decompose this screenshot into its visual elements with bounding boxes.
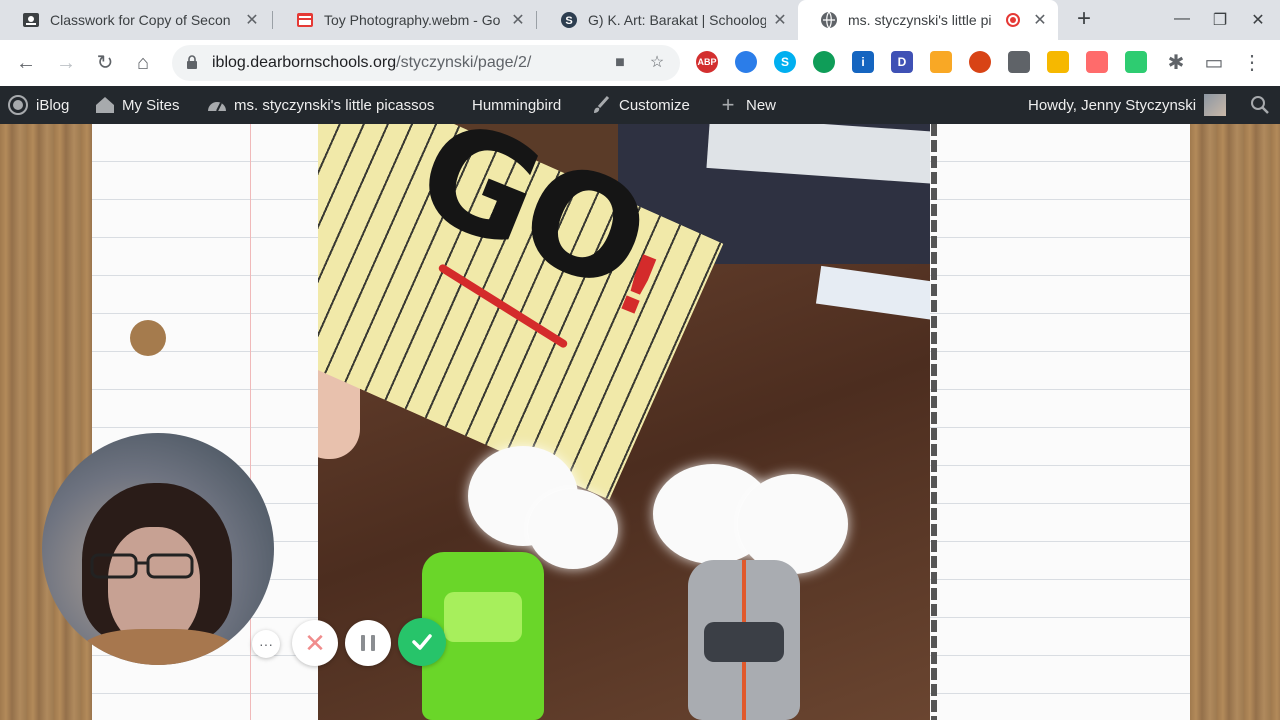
tab-title: Toy Photography.webm - Go xyxy=(324,12,501,28)
webcam-person-face xyxy=(108,527,200,645)
hummingbird-label: Hummingbird xyxy=(472,96,562,114)
search-icon[interactable] xyxy=(1250,86,1270,124)
cotton-cloud xyxy=(528,489,618,569)
tab-title: Classwork for Copy of Secon xyxy=(50,12,231,28)
bitmoji-extension-icon[interactable] xyxy=(1125,51,1147,73)
recorder-pause-button[interactable] xyxy=(345,620,391,666)
reload-icon[interactable]: ↻ xyxy=(93,51,117,75)
cotton-cloud xyxy=(738,474,848,574)
folder-extension-icon[interactable] xyxy=(930,51,952,73)
close-icon[interactable]: ✕ xyxy=(510,12,526,29)
new-content-menu[interactable]: + New xyxy=(718,86,776,124)
webcam-person-shirt xyxy=(78,629,238,665)
customize-label: Customize xyxy=(619,96,690,114)
house-icon xyxy=(94,95,114,115)
back-icon[interactable]: ← xyxy=(14,51,38,75)
tab-title: G) K. Art: Barakat | Schoolog xyxy=(588,12,766,28)
bookmark-star-icon[interactable]: ☆ xyxy=(647,53,667,73)
new-label: New xyxy=(746,96,777,114)
my-sites-label: My Sites xyxy=(122,96,180,114)
tab-schoology[interactable]: S G) K. Art: Barakat | Schoolog ✕ xyxy=(538,0,798,40)
close-icon[interactable]: ✕ xyxy=(1032,12,1048,29)
adblock-icon[interactable]: ABP xyxy=(696,51,718,73)
notebook-spine xyxy=(931,124,937,720)
speech-bubble-extension-icon[interactable] xyxy=(813,51,835,73)
recorder-cancel-button[interactable]: ✕ xyxy=(292,620,338,666)
compass-extension-icon[interactable] xyxy=(735,51,757,73)
tab-toy-photography[interactable]: Toy Photography.webm - Go ✕ xyxy=(274,0,536,40)
tab-classwork[interactable]: Classwork for Copy of Secon ✕ xyxy=(0,0,270,40)
recorder-more-button[interactable]: ··· xyxy=(252,630,280,658)
more-menu-icon[interactable]: ⋮ xyxy=(1240,51,1264,75)
webcam-bubble[interactable] xyxy=(42,433,274,665)
address-bar[interactable]: iblog.dearbornschools.org/styczynski/pag… xyxy=(172,45,680,81)
tab-divider xyxy=(272,11,273,29)
extensions-puzzle-icon[interactable]: ✱ xyxy=(1164,51,1188,75)
avatar xyxy=(1204,94,1227,116)
screencastify-icon[interactable] xyxy=(1086,51,1108,73)
paper-margin-line xyxy=(250,124,251,720)
info-extension-icon[interactable]: i xyxy=(852,51,874,73)
paintbrush-icon xyxy=(591,95,611,115)
spiral-extension-icon[interactable] xyxy=(969,51,991,73)
d-extension-icon[interactable]: D xyxy=(891,51,913,73)
new-tab-button[interactable]: + xyxy=(1072,7,1096,32)
minimize-icon[interactable]: — xyxy=(1172,10,1192,30)
wp-admin-bar: iBlog My Sites ms. styczynski's little p… xyxy=(0,86,1280,124)
url-text: iblog.dearbornschools.org/styczynski/pag… xyxy=(212,54,532,71)
forward-icon[interactable]: → xyxy=(54,51,78,75)
cast-icon[interactable]: ▭ xyxy=(1202,51,1226,75)
pause-icon xyxy=(361,635,375,651)
tab-divider xyxy=(536,11,537,29)
howdy-label: Howdy, Jenny Styczynski xyxy=(1028,96,1197,114)
close-icon[interactable]: ✕ xyxy=(772,12,788,29)
my-sites-menu[interactable]: My Sites xyxy=(94,86,180,124)
wp-logo-label: iBlog xyxy=(36,96,70,114)
video-file-icon xyxy=(296,11,314,29)
wood-background-right xyxy=(1190,124,1280,720)
close-window-icon[interactable]: ✕ xyxy=(1248,10,1268,30)
tab-strip: Classwork for Copy of Secon ✕ Toy Photog… xyxy=(0,0,1280,40)
camera-blocked-icon[interactable]: ■ xyxy=(610,53,630,73)
site-name-menu[interactable]: ms. styczynski's little picassos xyxy=(206,86,434,124)
globe-icon xyxy=(820,11,838,29)
restore-icon[interactable]: ❐ xyxy=(1210,10,1230,30)
tab-little-picassos[interactable]: ms. styczynski's little pi ✕ xyxy=(798,0,1058,40)
recorder-finish-button[interactable] xyxy=(398,618,446,666)
svg-text:S: S xyxy=(565,15,572,27)
tab-title: ms. styczynski's little pi xyxy=(848,12,992,28)
home-icon[interactable]: ⌂ xyxy=(131,51,155,75)
lock-icon[interactable] xyxy=(186,55,198,69)
close-icon[interactable]: ✕ xyxy=(244,12,260,29)
webcam-person-glasses xyxy=(90,553,194,579)
plus-icon: + xyxy=(721,92,735,117)
skype-icon[interactable]: S xyxy=(774,51,796,73)
wp-logo-menu[interactable]: iBlog xyxy=(8,86,69,124)
wordpress-icon xyxy=(8,95,28,115)
checkmark-icon xyxy=(412,634,432,650)
schoology-icon: S xyxy=(560,11,578,29)
recording-indicator-icon xyxy=(1006,13,1020,27)
thumbs-up-extension-icon[interactable] xyxy=(1047,51,1069,73)
my-account-menu[interactable]: Howdy, Jenny Styczynski xyxy=(1028,86,1227,124)
paper-hole xyxy=(130,320,166,356)
hummingbird-menu[interactable]: Hummingbird xyxy=(472,86,561,124)
site-name-label: ms. styczynski's little picassos xyxy=(234,96,435,114)
classroom-icon xyxy=(22,11,40,29)
notebook-paper-right xyxy=(930,124,1190,720)
grey-toy-car xyxy=(688,560,800,720)
dashboard-gauge-icon xyxy=(206,95,226,115)
grid-extension-icon[interactable] xyxy=(1008,51,1030,73)
customize-menu[interactable]: Customize xyxy=(591,86,690,124)
